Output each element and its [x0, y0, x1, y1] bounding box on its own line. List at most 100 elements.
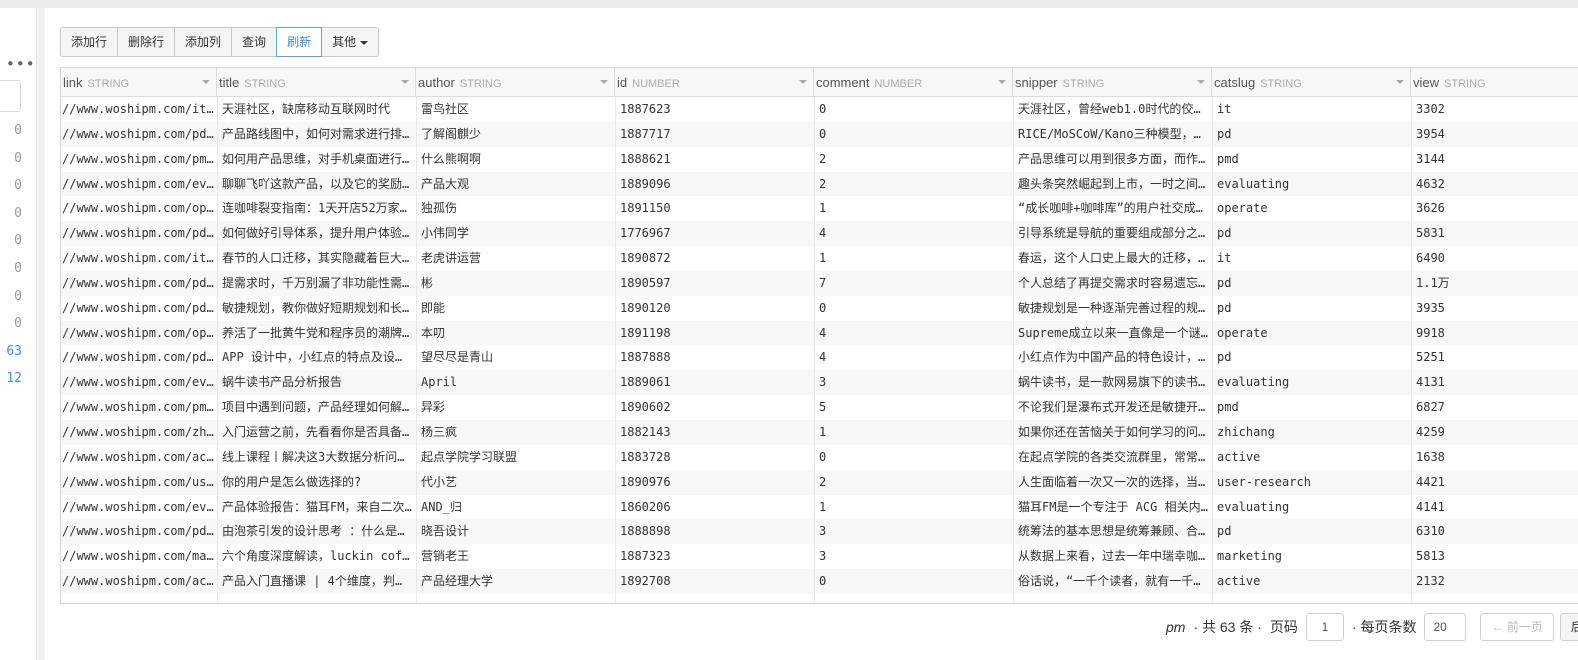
cell-title[interactable]: 线上课程丨解决这3大数据分析问… — [221, 445, 414, 470]
cell-title[interactable]: 项目中遇到问题，产品经理如何解… — [221, 395, 414, 420]
table-row[interactable]: //www.woshipm.com/ac… 产品入门直播课 | 4个维度，判… 产品… — [61, 569, 1578, 594]
add-column-button[interactable]: 添加列 — [174, 27, 233, 57]
cell-view[interactable]: 3626 — [1415, 196, 1578, 221]
cell-author[interactable]: 异彩 — [420, 395, 613, 420]
cell-view[interactable]: 1638 — [1415, 445, 1578, 470]
cell-author[interactable]: 营销老王 — [420, 544, 613, 569]
cell-id[interactable]: 1887323 — [619, 544, 812, 569]
cell-view[interactable]: 4259 — [1415, 420, 1578, 445]
cell-id[interactable]: 1883728 — [619, 445, 812, 470]
cell-id[interactable]: 1890872 — [619, 246, 812, 271]
cell-comment[interactable]: 0 — [818, 122, 1011, 147]
cell-title[interactable]: 产品路线图中，如何对需求进行排… — [221, 122, 414, 147]
cell-title[interactable]: APP 设计中，小红点的特点及设… — [221, 345, 414, 370]
column-menu-icon[interactable] — [401, 80, 409, 84]
cell-title[interactable]: 产品体验报告：猫耳FM，来自二次… — [221, 495, 414, 520]
left-count-item[interactable]: 63 — [0, 341, 22, 369]
cell-catslug[interactable]: it — [1216, 97, 1409, 122]
cell-catslug[interactable]: it — [1216, 246, 1409, 271]
cell-link[interactable]: //www.woshipm.com/pd… — [61, 345, 217, 370]
cell-comment[interactable]: 3 — [818, 519, 1011, 544]
cell-view[interactable]: 6827 — [1415, 395, 1578, 420]
cell-view[interactable]: 3302 — [1415, 97, 1578, 122]
cell-title[interactable]: 如何用产品思维，对手机桌面进行… — [221, 147, 414, 172]
cell-id[interactable]: 1889061 — [619, 370, 812, 395]
cell-view[interactable]: 4141 — [1415, 495, 1578, 520]
cell-id[interactable]: 1890597 — [619, 271, 812, 296]
cell-link[interactable]: //www.woshipm.com/op… — [61, 321, 217, 346]
add-row-button[interactable]: 添加行 — [60, 27, 119, 57]
cell-comment[interactable]: 1 — [818, 196, 1011, 221]
cell-link[interactable]: //www.woshipm.com/pm… — [61, 395, 217, 420]
cell-snipper[interactable]: 春运，这个人口史上最大的迁移，… — [1017, 246, 1210, 271]
cell-view[interactable]: 3144 — [1415, 147, 1578, 172]
cell-snipper[interactable]: 个人总结了再提交需求时容易遗忘… — [1017, 271, 1210, 296]
cell-title[interactable]: 聊聊飞吖这款产品，以及它的奖励… — [221, 172, 414, 197]
table-row[interactable]: //www.woshipm.com/pm… 如何用产品思维，对手机桌面进行… 什么熊… — [61, 147, 1578, 172]
cell-view[interactable]: 5251 — [1415, 345, 1578, 370]
cell-snipper[interactable]: 如果你还在苦恼关于如何学习的问… — [1017, 420, 1210, 445]
delete-row-button[interactable]: 删除行 — [117, 27, 176, 57]
cell-snipper[interactable]: RICE/MoSCoW/Kano三种模型，… — [1017, 122, 1210, 147]
cell-snipper[interactable]: 小红点作为中国产品的特色设计，… — [1017, 345, 1210, 370]
cell-link[interactable]: //www.woshipm.com/ma… — [61, 544, 217, 569]
cell-snipper[interactable]: 引导系统是导航的重要组成部分之… — [1017, 221, 1210, 246]
cell-catslug[interactable]: operate — [1216, 196, 1409, 221]
table-row[interactable]: //www.woshipm.com/it… 春节的人口迁移，其实隐藏着巨大… 老虎讲… — [61, 246, 1578, 271]
cell-snipper[interactable]: 产品思维可以用到很多方面，而作… — [1017, 147, 1210, 172]
cell-id[interactable]: 1891150 — [619, 196, 812, 221]
cell-comment[interactable]: 1 — [818, 246, 1011, 271]
cell-author[interactable]: April — [420, 370, 613, 395]
page-number-input[interactable]: 1 — [1305, 613, 1344, 641]
cell-link[interactable]: //www.woshipm.com/ev… — [61, 370, 217, 395]
column-header-comment[interactable]: comment NUMBER — [814, 68, 1013, 96]
column-header-link[interactable]: link STRING — [61, 68, 217, 96]
column-header-author[interactable]: author STRING — [416, 68, 615, 96]
cell-title[interactable]: 蜗牛读书产品分析报告 — [221, 370, 414, 395]
cell-id[interactable]: 1888621 — [619, 147, 812, 172]
cell-comment[interactable]: 0 — [818, 445, 1011, 470]
cell-title[interactable]: 产品入门直播课 | 4个维度，判… — [221, 569, 414, 594]
cell-id[interactable]: 1776967 — [619, 221, 812, 246]
cell-author[interactable]: 望尽尽是青山 — [420, 345, 613, 370]
cell-link[interactable]: //www.woshipm.com/ac… — [61, 445, 217, 470]
cell-catslug[interactable]: marketing — [1216, 544, 1409, 569]
cell-author[interactable]: 代小艺 — [420, 470, 613, 495]
cell-title[interactable]: 提需求时，千万别漏了非功能性需… — [221, 271, 414, 296]
query-button[interactable]: 查询 — [231, 27, 278, 57]
cell-catslug[interactable]: pd — [1216, 296, 1409, 321]
left-count-item[interactable]: 12 — [0, 368, 22, 396]
cell-link[interactable]: //www.woshipm.com/zh… — [61, 420, 217, 445]
cell-snipper[interactable]: 蜗牛读书，是一款网易旗下的读书… — [1017, 370, 1210, 395]
cell-link[interactable]: //www.woshipm.com/pd… — [61, 271, 217, 296]
column-menu-icon[interactable] — [600, 80, 608, 84]
cell-comment[interactable]: 3 — [818, 544, 1011, 569]
cell-link[interactable]: //www.woshipm.com/op… — [61, 196, 217, 221]
cell-view[interactable]: 6310 — [1415, 519, 1578, 544]
cell-snipper[interactable]: 猫耳FM是一个专注于 ACG 相关内… — [1017, 495, 1210, 520]
cell-comment[interactable]: 0 — [818, 569, 1011, 594]
cell-author[interactable]: 了解阁麒少 — [420, 122, 613, 147]
cell-snipper[interactable]: Supreme成立以来一直像是一个谜… — [1017, 321, 1210, 346]
cell-link[interactable]: //www.woshipm.com/pd… — [61, 296, 217, 321]
cell-id[interactable]: 1860206 — [619, 495, 812, 520]
table-row[interactable]: //www.woshipm.com/pm… 项目中遇到问题，产品经理如何解… 异彩 1… — [61, 395, 1578, 420]
cell-comment[interactable]: 4 — [818, 221, 1011, 246]
cell-view[interactable]: 3935 — [1415, 296, 1578, 321]
cell-author[interactable]: 独孤伤 — [420, 196, 613, 221]
cell-author[interactable]: 什么熊啊啊 — [420, 147, 613, 172]
cell-author[interactable]: 雷鸟社区 — [420, 97, 613, 122]
table-row[interactable]: //www.woshipm.com/pd… 提需求时，千万别漏了非功能性需… 彬 18… — [61, 270, 1578, 296]
cell-comment[interactable]: 1 — [818, 495, 1011, 520]
cell-catslug[interactable]: pmd — [1216, 395, 1409, 420]
cell-link[interactable]: //www.woshipm.com/pd… — [61, 519, 217, 544]
cell-author[interactable]: 产品大观 — [420, 172, 613, 197]
cell-author[interactable]: 本叨 — [420, 321, 613, 346]
table-row[interactable]: //www.woshipm.com/zh… 入门运营之前，先看看你是否具备… 杨三疯… — [61, 419, 1578, 445]
cell-author[interactable]: 产品经理大学 — [420, 569, 613, 594]
cell-snipper[interactable]: 不论我们是瀑布式开发还是敏捷开… — [1017, 395, 1210, 420]
cell-id[interactable]: 1891198 — [619, 321, 812, 346]
table-row[interactable]: //www.woshipm.com/pd… 产品路线图中，如何对需求进行排… 了解阁… — [61, 121, 1578, 147]
column-header-id[interactable]: id NUMBER — [615, 68, 814, 96]
cell-catslug[interactable]: pmd — [1216, 147, 1409, 172]
